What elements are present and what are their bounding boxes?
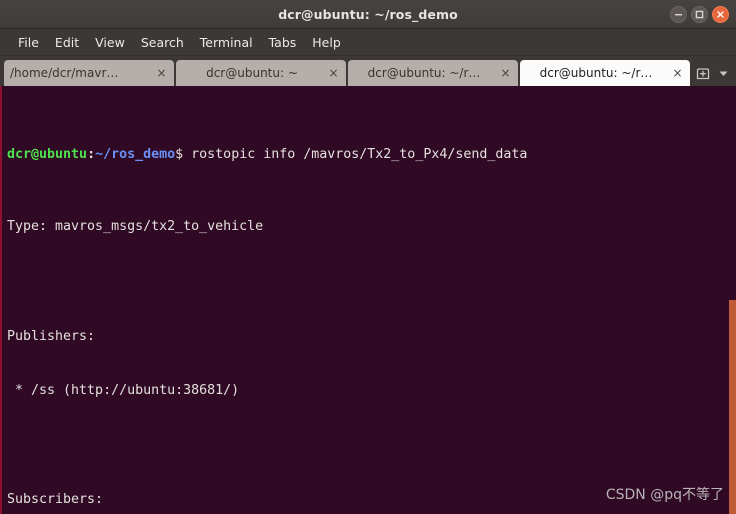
menu-item-terminal[interactable]: Terminal [192, 33, 261, 52]
menu-item-edit[interactable]: Edit [47, 33, 87, 52]
tab-1-label: /home/dcr/mavr… [10, 66, 119, 80]
title-bar: dcr@ubuntu: ~/ros_demo [0, 0, 736, 29]
tab-bar: /home/dcr/mavr… × dcr@ubuntu: ~ × dcr@ub… [0, 56, 736, 86]
menu-item-tabs[interactable]: Tabs [261, 33, 305, 52]
terminal-output: dcr@ubuntu:~/ros_demo$ rostopic info /ma… [2, 86, 736, 514]
terminal-output-line-1: Type: mavros_msgs/tx2_to_vehicle [7, 219, 264, 235]
menu-item-file[interactable]: File [10, 33, 47, 52]
maximize-button[interactable] [691, 5, 708, 23]
tab-2-label: dcr@ubuntu: ~ [206, 66, 298, 80]
terminal-output-line-2 [7, 273, 736, 291]
tab-3-close-icon[interactable]: × [499, 67, 512, 80]
new-tab-icon[interactable] [695, 65, 711, 81]
window-controls [670, 0, 729, 28]
menu-item-view[interactable]: View [87, 33, 133, 52]
close-icon [716, 10, 725, 19]
menu-item-search[interactable]: Search [133, 33, 192, 52]
tab-1-close-icon[interactable]: × [155, 67, 168, 80]
tab-1[interactable]: /home/dcr/mavr… × [4, 60, 174, 86]
prompt-user-host: dcr@ubuntu [7, 146, 88, 162]
tab-3[interactable]: dcr@ubuntu: ~/r… × [348, 60, 518, 86]
terminal-scrollbar[interactable] [729, 300, 736, 514]
close-button[interactable] [712, 5, 729, 23]
prompt-sigil: $ [175, 146, 184, 162]
prompt-separator: : [87, 146, 96, 162]
terminal-command-line: dcr@ubuntu:~/ros_demo$ rostopic info /ma… [7, 146, 736, 164]
minimize-icon [674, 10, 683, 19]
tab-4[interactable]: dcr@ubuntu: ~/r… × [520, 60, 690, 86]
terminal-window: dcr@ubuntu: ~/ros_demo File Edit View Se… [0, 0, 736, 514]
tab-2[interactable]: dcr@ubuntu: ~ × [176, 60, 346, 86]
terminal-command-text: rostopic info /mavros/Tx2_to_Px4/send_da… [183, 146, 528, 162]
terminal-screen[interactable]: dcr@ubuntu:~/ros_demo$ rostopic info /ma… [0, 86, 736, 514]
tab-4-close-icon[interactable]: × [671, 67, 684, 80]
watermark-text: CSDN @pq不等了 [605, 487, 724, 503]
minimize-button[interactable] [670, 5, 687, 23]
tab-4-label: dcr@ubuntu: ~/r… [539, 66, 653, 80]
menu-bar: File Edit View Search Terminal Tabs Help [0, 29, 736, 56]
terminal-output-line-4: * /ss (http://ubuntu:38681/) [7, 383, 240, 399]
terminal-output-line-5 [7, 437, 736, 455]
tab-tools [692, 60, 735, 86]
tab-3-label: dcr@ubuntu: ~/r… [367, 66, 481, 80]
maximize-icon [695, 10, 704, 19]
window-title: dcr@ubuntu: ~/ros_demo [278, 6, 458, 22]
tab-2-close-icon[interactable]: × [327, 67, 340, 80]
chevron-down-icon[interactable] [717, 67, 730, 80]
prompt-path: ~/ros_demo [95, 146, 176, 162]
terminal-output-line-3: Publishers: [7, 328, 96, 344]
menu-item-help[interactable]: Help [304, 33, 349, 52]
